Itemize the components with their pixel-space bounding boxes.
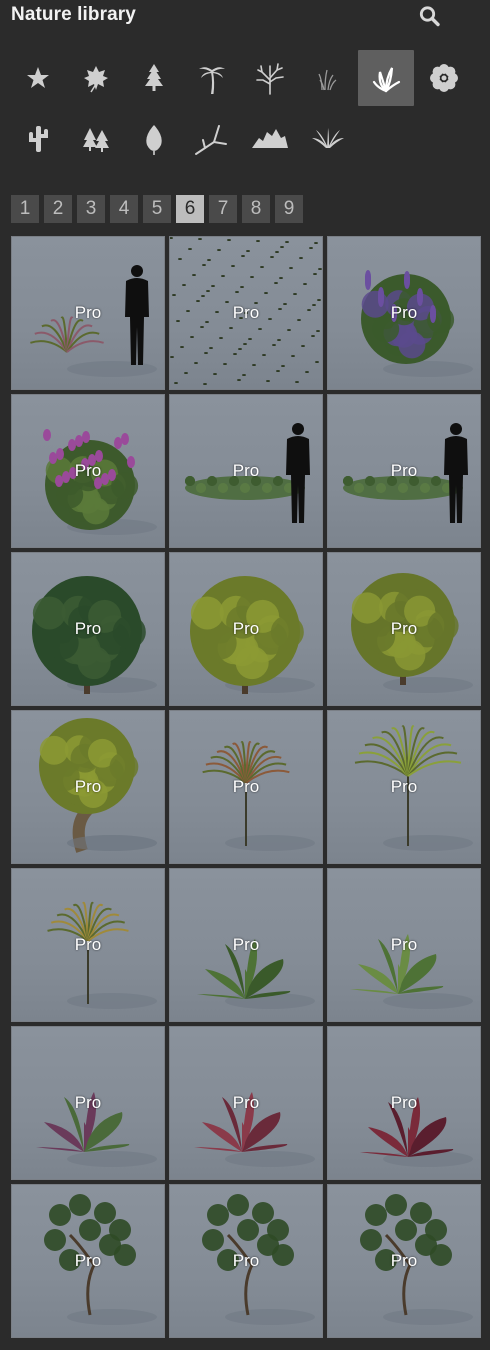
category-cactus[interactable] — [10, 110, 66, 166]
category-grass[interactable] — [300, 50, 356, 106]
page-button-3[interactable]: 3 — [77, 195, 105, 223]
rocks-icon — [252, 129, 288, 148]
asset-tile[interactable]: Pro — [169, 236, 323, 390]
pro-badge: Pro — [390, 777, 418, 796]
asset-tile[interactable]: Pro — [327, 236, 481, 390]
asset-tile[interactable]: Pro — [11, 1184, 165, 1338]
category-bare-tree[interactable] — [242, 50, 298, 106]
asset-tile[interactable]: Pro — [169, 868, 323, 1022]
leaf-icon — [146, 125, 162, 155]
page-button-4[interactable]: 4 — [110, 195, 138, 223]
category-palm[interactable] — [184, 50, 240, 106]
search-icon[interactable] — [418, 5, 442, 27]
page-button-8[interactable]: 8 — [242, 195, 270, 223]
pagination: 123456789 — [11, 195, 303, 223]
asset-tile[interactable]: Pro — [169, 1026, 323, 1180]
category-star[interactable] — [10, 50, 66, 106]
pro-badge: Pro — [390, 935, 418, 954]
fern-icon — [312, 128, 344, 148]
asset-tile[interactable]: Pro — [327, 1026, 481, 1180]
asset-tile[interactable]: Pro — [169, 1184, 323, 1338]
branch-icon — [195, 125, 227, 155]
asset-grid: Pro Pro Pro Pro Pro Pro Pro Pro Pro Pro Pro Pro Pro P… — [11, 236, 483, 1338]
category-plants[interactable] — [358, 50, 414, 106]
asset-tile[interactable]: Pro — [11, 1026, 165, 1180]
pro-badge: Pro — [390, 619, 418, 638]
page-button-7[interactable]: 7 — [209, 195, 237, 223]
pro-badge: Pro — [232, 935, 260, 954]
page-button-1[interactable]: 1 — [11, 195, 39, 223]
asset-tile[interactable]: Pro — [169, 710, 323, 864]
asset-tile[interactable]: Pro — [11, 394, 165, 548]
pro-badge: Pro — [74, 1251, 102, 1270]
asset-tile[interactable]: Pro — [11, 552, 165, 706]
asset-tile[interactable]: Pro — [327, 552, 481, 706]
cactus-icon — [29, 126, 48, 152]
pro-badge: Pro — [74, 935, 102, 954]
category-fern[interactable] — [300, 110, 356, 166]
page-title: Nature library — [11, 4, 136, 25]
asset-tile[interactable]: Pro — [169, 552, 323, 706]
pro-badge: Pro — [232, 303, 260, 322]
asset-tile[interactable]: Pro — [11, 868, 165, 1022]
pro-badge: Pro — [74, 1093, 102, 1112]
pro-badge: Pro — [232, 619, 260, 638]
header: Nature library — [0, 0, 490, 32]
category-conifer[interactable] — [126, 50, 182, 106]
pro-badge: Pro — [232, 1093, 260, 1112]
asset-tile[interactable]: Pro — [11, 236, 165, 390]
maple-leaf-icon — [84, 66, 108, 93]
asset-tile[interactable]: Pro — [327, 394, 481, 548]
flower-icon — [430, 64, 458, 92]
pro-badge: Pro — [74, 303, 102, 322]
pro-badge: Pro — [232, 1251, 260, 1270]
asset-tile[interactable]: Pro — [327, 710, 481, 864]
category-flowers[interactable] — [416, 50, 472, 106]
page-button-5[interactable]: 5 — [143, 195, 171, 223]
plant-leaves-icon — [372, 67, 401, 93]
star-icon — [27, 67, 49, 88]
category-leaf[interactable] — [126, 110, 182, 166]
asset-tile[interactable]: Pro — [327, 868, 481, 1022]
pro-badge: Pro — [74, 619, 102, 638]
pro-badge: Pro — [390, 1093, 418, 1112]
pro-badge: Pro — [74, 461, 102, 480]
pro-badge: Pro — [390, 461, 418, 480]
category-branches[interactable] — [184, 110, 240, 166]
pine-tree-icon — [145, 64, 163, 91]
category-leaf-maple[interactable] — [68, 50, 124, 106]
category-rocks[interactable] — [242, 110, 298, 166]
page-button-2[interactable]: 2 — [44, 195, 72, 223]
asset-tile[interactable]: Pro — [11, 710, 165, 864]
bare-tree-icon — [256, 63, 284, 95]
asset-tile[interactable]: Pro — [327, 1184, 481, 1338]
grass-icon — [318, 69, 337, 91]
pro-badge: Pro — [390, 1251, 418, 1270]
asset-tile[interactable]: Pro — [169, 394, 323, 548]
pro-badge: Pro — [232, 461, 260, 480]
pro-badge: Pro — [232, 777, 260, 796]
page-button-6[interactable]: 6 — [176, 195, 204, 223]
palm-tree-icon — [199, 67, 225, 94]
pro-badge: Pro — [390, 303, 418, 322]
pro-badge: Pro — [74, 777, 102, 796]
page-button-9[interactable]: 9 — [275, 195, 303, 223]
category-forest[interactable] — [68, 110, 124, 166]
forest-icon — [83, 128, 109, 152]
